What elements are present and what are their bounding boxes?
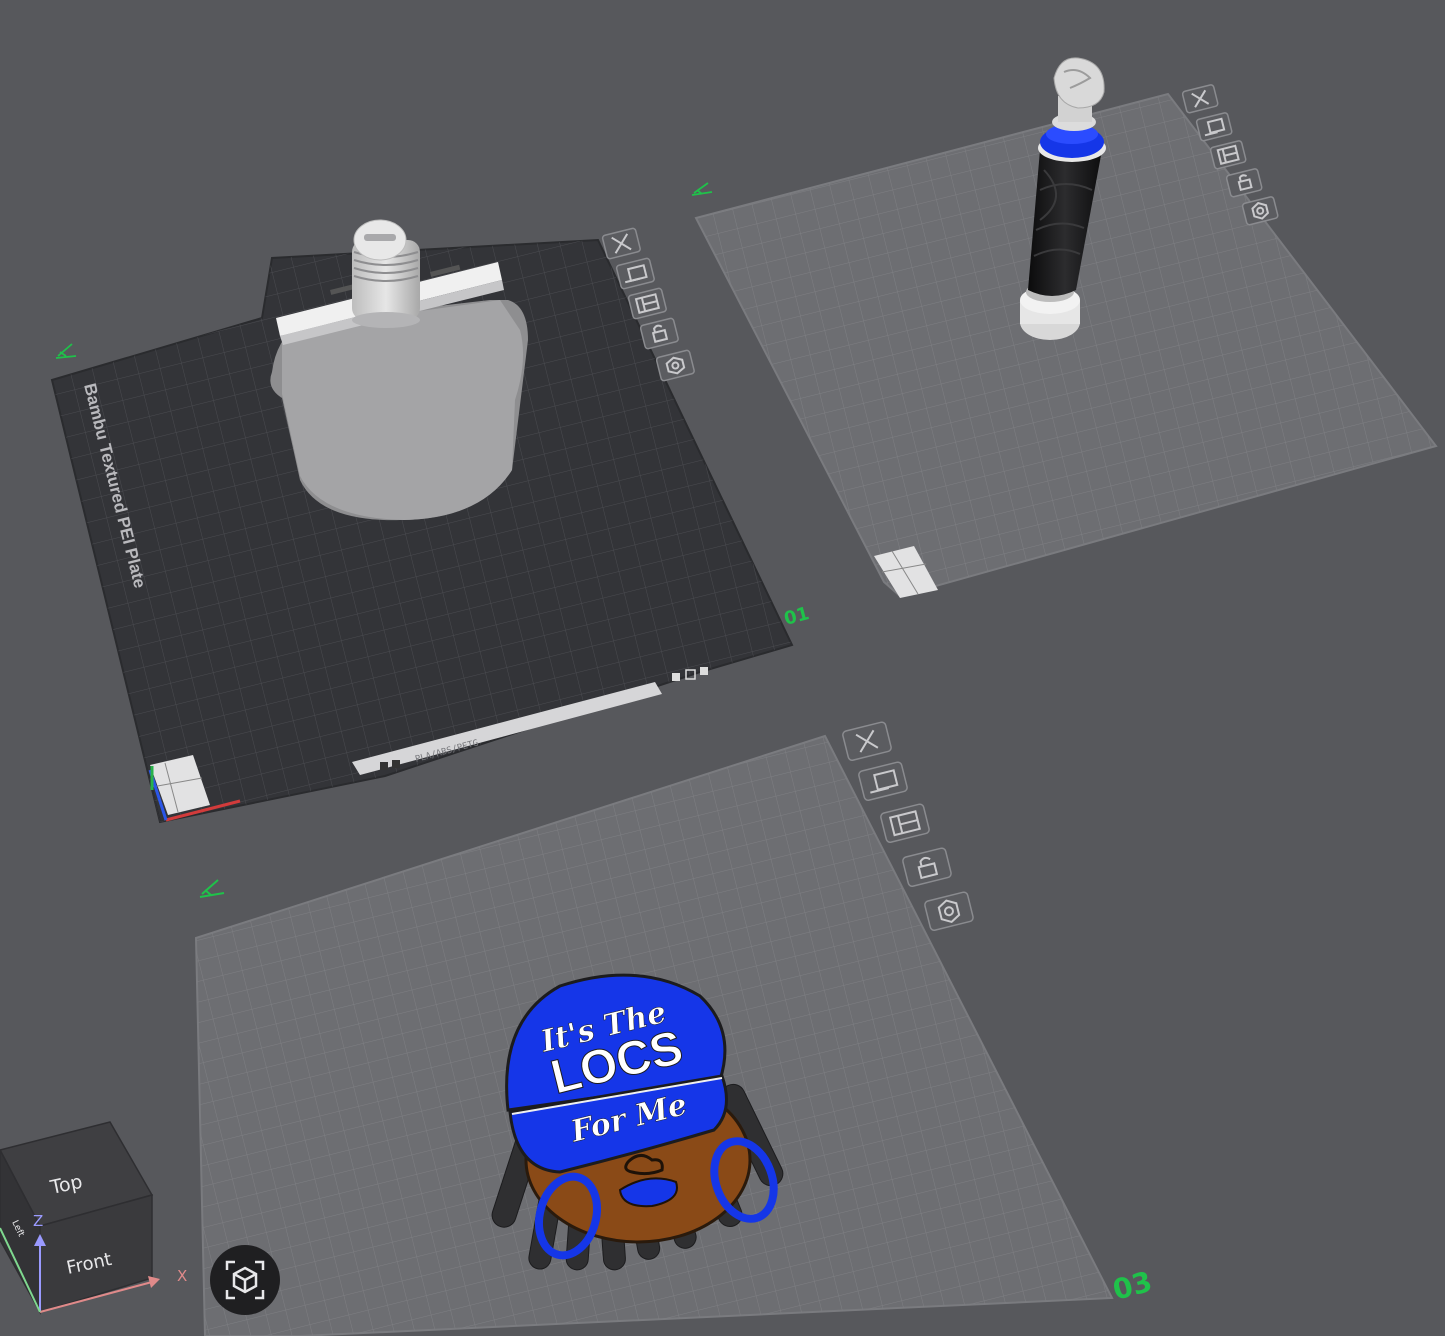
auto-orient-icon[interactable] [1195,112,1233,142]
close-icon[interactable] [1181,84,1219,114]
edit-plate-icon[interactable] [55,343,77,359]
lock-icon[interactable] [902,847,952,888]
edit-plate-icon[interactable] [691,182,713,196]
auto-orient-icon[interactable] [858,761,908,802]
arrange-icon[interactable] [627,287,667,320]
z-axis-label: Z [33,1212,43,1230]
plate-number: 01 [782,603,812,630]
lock-icon[interactable] [1225,168,1263,198]
view-cube[interactable]: Top Front Left Z X [0,1121,187,1315]
x-axis-label: X [177,1267,187,1285]
arrange-icon[interactable] [880,803,930,844]
close-icon[interactable] [842,721,892,762]
settings-icon[interactable] [924,891,974,932]
close-icon[interactable] [601,227,641,260]
plate-number: 03 [1109,1265,1155,1307]
edit-plate-icon[interactable] [199,879,225,898]
auto-orient-icon[interactable] [615,257,655,290]
orient-view-button[interactable] [210,1245,280,1315]
lock-icon[interactable] [639,317,679,350]
arrange-icon[interactable] [1209,140,1247,170]
settings-icon[interactable] [655,349,695,382]
3d-viewport[interactable]: Bambu Textured PEI Plate PLA/ABS/PETG 01 [0,0,1445,1336]
orient-view-icon [225,1260,265,1300]
